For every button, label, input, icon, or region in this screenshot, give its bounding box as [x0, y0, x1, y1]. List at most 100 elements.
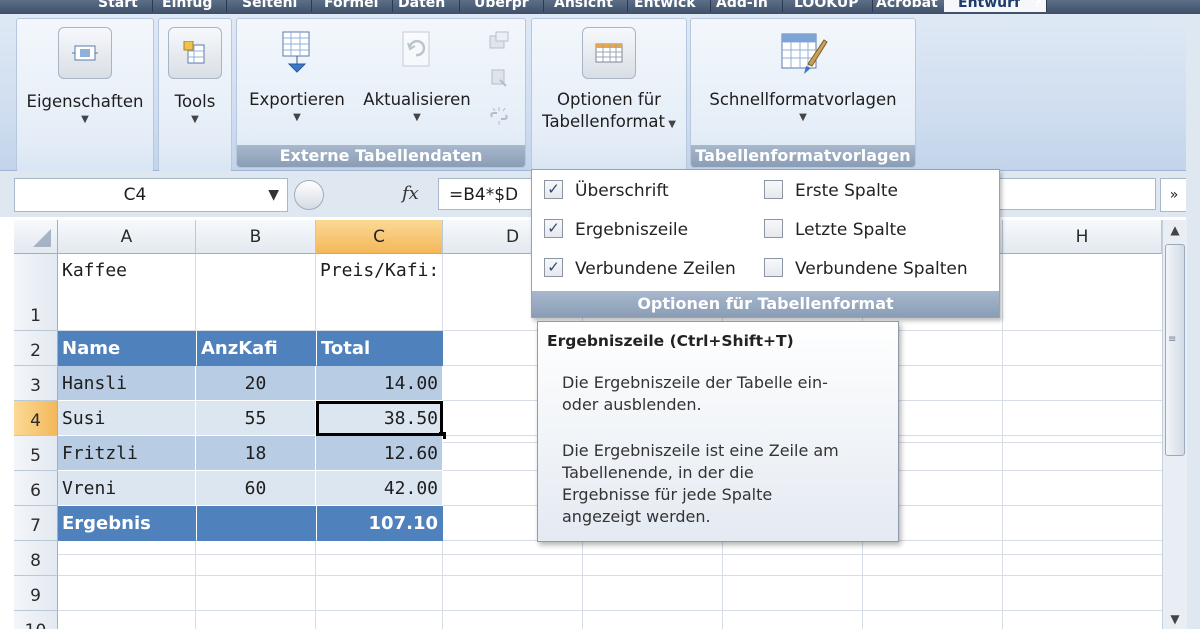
- scroll-down-icon[interactable]: ▼: [1165, 609, 1185, 629]
- tools-button[interactable]: Tools ▼: [159, 27, 231, 127]
- cell-a6[interactable]: Vreni: [58, 471, 196, 506]
- scroll-thumb[interactable]: [1165, 244, 1185, 456]
- cell-b5[interactable]: 18: [196, 436, 316, 471]
- cell-b6[interactable]: 60: [196, 471, 316, 506]
- chevron-down-icon: ▼: [799, 112, 807, 123]
- option-label: Erste Spalte: [795, 181, 898, 201]
- cell-a7[interactable]: Ergebnis: [58, 506, 196, 541]
- chevron-down-icon: ▼: [293, 112, 301, 123]
- aktualisieren-button[interactable]: Aktualisieren ▼: [355, 27, 479, 125]
- tab-ueberpruefen[interactable]: Überpr: [460, 0, 544, 12]
- expand-formula-bar-icon[interactable]: »: [1160, 178, 1188, 212]
- row-header-2[interactable]: 2: [14, 331, 58, 366]
- tab-einfuegen[interactable]: Einfüg: [148, 0, 228, 12]
- cell-b4[interactable]: 55: [196, 401, 316, 436]
- chevron-down-icon: ▼: [413, 112, 421, 123]
- tab-ansicht[interactable]: Ansicht: [540, 0, 628, 12]
- cell-c2[interactable]: Total: [316, 331, 443, 366]
- tooltip-line: oder ausblenden.: [562, 395, 702, 414]
- tab-seitenlayout[interactable]: Seitenl: [228, 0, 313, 12]
- tooltip: Ergebniszeile (Ctrl+Shift+T) Die Ergebni…: [537, 321, 899, 542]
- tab-acrobat[interactable]: Acrobat: [862, 0, 953, 12]
- resize-handle[interactable]: [294, 180, 324, 210]
- ribbon: Eigenschaften ▼ Tools ▼ Exportieren ▼ Ak…: [0, 14, 1200, 172]
- cell-b7[interactable]: [196, 506, 316, 541]
- group-tools: Tools ▼: [158, 18, 232, 172]
- cell-b3[interactable]: 20: [196, 366, 316, 401]
- cell-a2[interactable]: Name: [58, 331, 196, 366]
- group-label-externe: Externe Tabellendaten: [237, 145, 525, 167]
- row-header-1[interactable]: 1: [14, 254, 58, 331]
- cell-c5[interactable]: 12.60: [316, 436, 443, 471]
- name-box[interactable]: C4 ▼: [14, 178, 288, 212]
- option-ergebniszeile[interactable]: ✓ Ergebniszeile: [544, 217, 688, 243]
- row-header-7[interactable]: 7: [14, 506, 58, 541]
- exportieren-button[interactable]: Exportieren ▼: [241, 27, 353, 125]
- insert-function-icon[interactable]: fx: [402, 178, 419, 210]
- group-optionen: Optionen für Tabellenformat ▼: [531, 18, 687, 172]
- checkbox-unchecked-icon[interactable]: [764, 257, 783, 277]
- tooltip-line: Tabellenende, in der die: [562, 463, 754, 482]
- optionen-tabellenformat-button[interactable]: Optionen für Tabellenformat ▼: [532, 27, 686, 136]
- chevron-down-icon: ▼: [81, 114, 89, 125]
- option-label: Letzte Spalte: [795, 220, 907, 240]
- refresh-icon: [391, 27, 443, 77]
- option-verbundene-zeilen[interactable]: ✓ Verbundene Zeilen: [544, 256, 736, 282]
- checkbox-checked-icon[interactable]: ✓: [544, 257, 563, 277]
- checkbox-unchecked-icon[interactable]: [764, 218, 783, 238]
- open-in-browser-icon[interactable]: [486, 67, 512, 89]
- tab-entwicklertools[interactable]: Entwick: [620, 0, 711, 12]
- cell-c7[interactable]: 107.10: [316, 506, 443, 541]
- row-header-4[interactable]: 4: [14, 401, 58, 436]
- row-header-6[interactable]: 6: [14, 471, 58, 506]
- chevron-down-icon[interactable]: ▼: [268, 179, 279, 211]
- chevron-down-icon: ▼: [191, 114, 199, 125]
- checkbox-unchecked-icon[interactable]: [764, 179, 783, 199]
- quick-styles-icon: [777, 27, 829, 77]
- help-icon[interactable]: ?: [1028, 0, 1048, 12]
- cell-a3[interactable]: Hansli: [58, 366, 196, 401]
- cell-a5[interactable]: Fritzli: [58, 436, 196, 471]
- checkbox-checked-icon[interactable]: ✓: [544, 218, 563, 238]
- tab-start[interactable]: Start: [84, 0, 153, 12]
- row-header-3[interactable]: 3: [14, 366, 58, 401]
- option-erste-spalte[interactable]: Erste Spalte: [764, 178, 898, 204]
- cell-a4[interactable]: Susi: [58, 401, 196, 436]
- cell-c6[interactable]: 42.00: [316, 471, 443, 506]
- properties-small-icon[interactable]: [486, 29, 512, 51]
- cell-a1[interactable]: Kaffee: [58, 254, 196, 331]
- option-ueberschrift[interactable]: ✓ Überschrift: [544, 178, 669, 204]
- checkbox-checked-icon[interactable]: ✓: [544, 179, 563, 199]
- panel-title: Optionen für Tabellenformat: [532, 291, 999, 317]
- tab-formeln[interactable]: Formel: [310, 0, 394, 12]
- cell-c4-active[interactable]: 38.50: [316, 401, 443, 436]
- row-header-8[interactable]: 8: [14, 541, 58, 576]
- vertical-scrollbar[interactable]: ▲ ≡ ▼: [1162, 220, 1187, 629]
- cell-c1[interactable]: Preis/Kafi:: [316, 254, 443, 331]
- unlink-icon[interactable]: [486, 105, 512, 127]
- tooltip-line: Die Ergebniszeile der Tabelle ein-: [562, 373, 828, 392]
- column-header-b[interactable]: B: [196, 220, 316, 254]
- tab-daten[interactable]: Daten: [384, 0, 461, 12]
- tab-add-ins[interactable]: Add-In: [702, 0, 783, 12]
- row-header-5[interactable]: 5: [14, 436, 58, 471]
- option-letzte-spalte[interactable]: Letzte Spalte: [764, 217, 907, 243]
- row-header-10[interactable]: 10: [14, 611, 58, 629]
- option-verbundene-spalten[interactable]: Verbundene Spalten: [764, 256, 968, 282]
- tab-lookup[interactable]: LOOKUP: [780, 0, 874, 12]
- row-header-9[interactable]: 9: [14, 576, 58, 611]
- name-box-value: C4: [123, 185, 147, 205]
- tooltip-line: Ergebnisse für jede Spalte: [562, 485, 773, 504]
- column-header-a[interactable]: A: [58, 220, 196, 254]
- schnellformatvorlagen-label: Schnellformatvorlagen: [709, 90, 897, 109]
- export-icon: [271, 27, 323, 77]
- schnellformatvorlagen-button[interactable]: Schnellformatvorlagen ▼: [691, 27, 915, 125]
- column-header-h[interactable]: H: [1003, 220, 1162, 254]
- eigenschaften-button[interactable]: Eigenschaften ▼: [17, 27, 153, 127]
- cell-b2[interactable]: AnzKafi: [196, 331, 316, 366]
- select-all-button[interactable]: [14, 220, 58, 254]
- ribbon-tab-strip: Start Einfüg Seitenl Formel Daten Überpr…: [0, 0, 1200, 14]
- cell-c3[interactable]: 14.00: [316, 366, 443, 401]
- scroll-up-icon[interactable]: ▲: [1165, 220, 1185, 240]
- column-header-c[interactable]: C: [316, 220, 443, 254]
